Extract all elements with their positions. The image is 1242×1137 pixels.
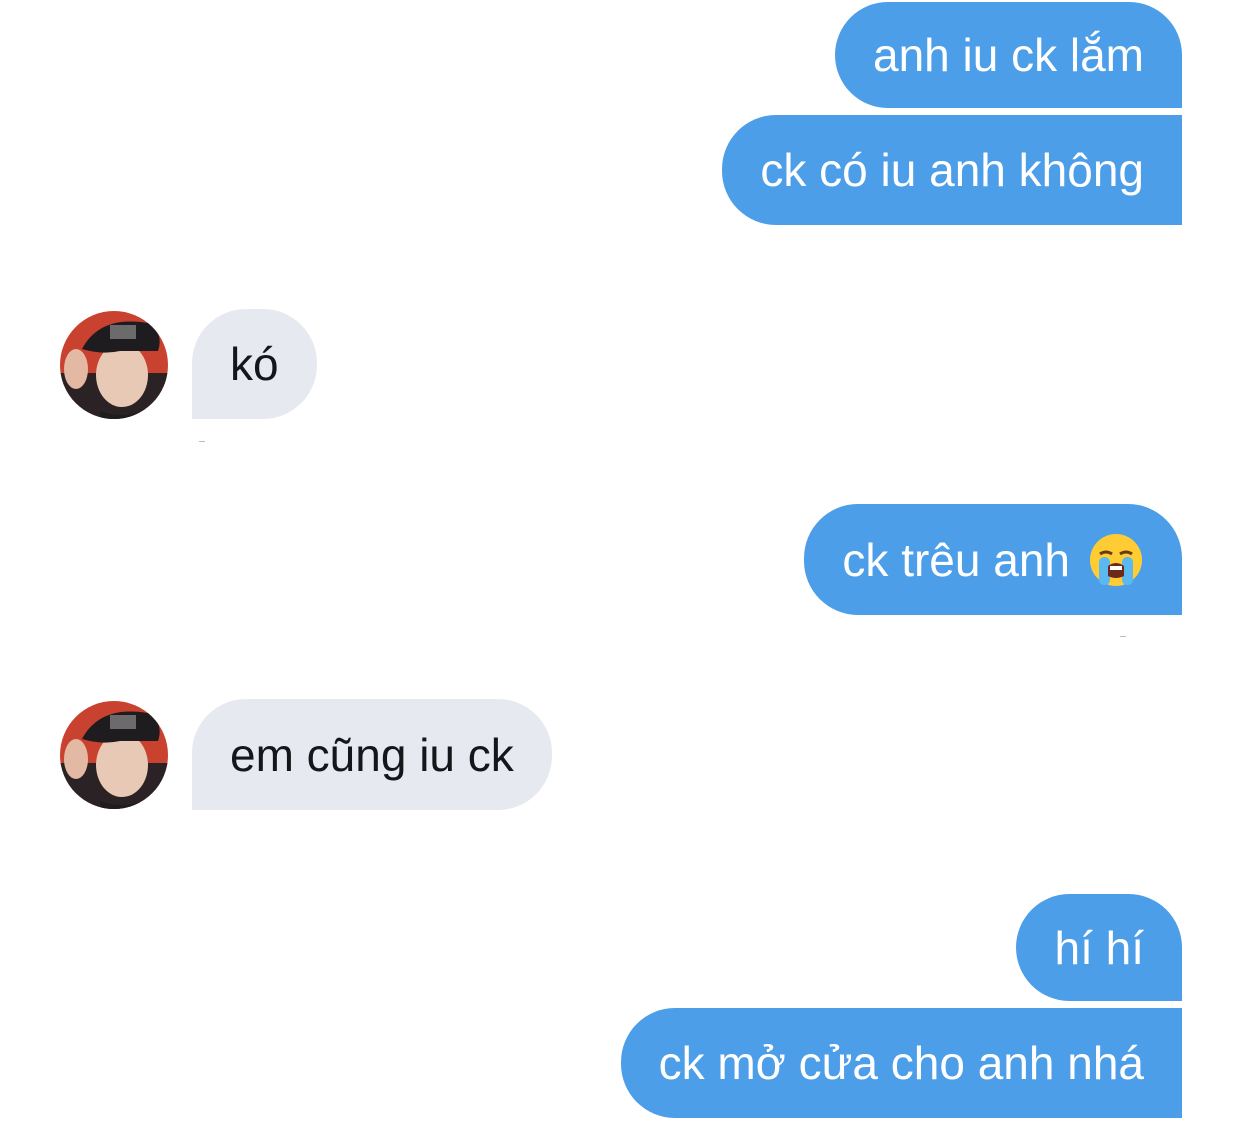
read-marker [1120,636,1126,637]
message-text: anh iu ck lắm [872,29,1144,81]
loudly-crying-face-icon [1088,532,1144,588]
message-bubble-outgoing[interactable]: ck có iu anh không [722,115,1182,225]
read-marker [199,441,205,442]
message-text: ck có iu anh không [760,144,1144,196]
avatar-photo-icon [60,701,168,809]
message-bubble-outgoing[interactable]: hí hí [1016,894,1182,1001]
avatar-photo-icon [60,311,168,419]
message-bubble-outgoing[interactable]: ck mở cửa cho anh nhá [620,1008,1182,1118]
message-bubble-incoming[interactable]: em cũng iu ck [192,699,552,810]
contact-avatar[interactable] [60,311,168,419]
contact-avatar[interactable] [60,701,168,809]
message-text: kó [230,338,279,390]
message-bubble-outgoing[interactable]: anh iu ck lắm [834,2,1182,108]
message-bubble-outgoing[interactable]: ck trêu anh [804,504,1182,615]
message-text: ck trêu anh [842,533,1070,586]
message-text: ck mở cửa cho anh nhá [658,1037,1144,1089]
message-text: em cũng iu ck [230,728,514,781]
message-bubble-incoming[interactable]: kó [192,309,317,419]
message-text: hí hí [1054,921,1144,974]
